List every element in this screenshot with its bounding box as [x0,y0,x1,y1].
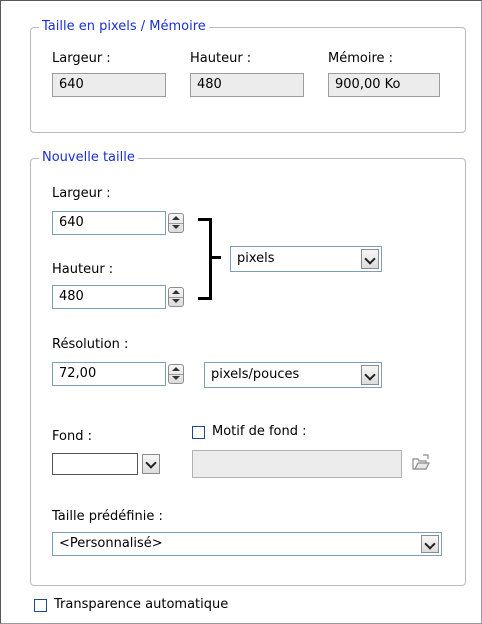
aspect-link-bracket-tick [212,256,221,259]
size-unit-dropdown[interactable]: pixels [230,246,382,272]
background-label: Fond : [52,429,92,444]
new-size-group-title: Nouvelle taille [39,150,138,166]
auto-transparency-checkbox[interactable] [34,599,47,612]
pattern-field [192,450,402,478]
new-height-label: Hauteur : [52,262,114,277]
spinner-icon[interactable] [168,364,184,384]
size-unit-value: pixels [237,251,275,266]
pattern-checkbox[interactable] [192,426,205,439]
chevron-down-icon[interactable] [421,535,439,553]
preset-size-label: Taille prédéfinie : [52,509,163,524]
spinner-icon[interactable] [168,287,184,307]
open-folder-icon[interactable] [411,453,431,473]
preset-size-dropdown[interactable]: <Personnalisé> [52,532,442,556]
new-height-input[interactable]: 480 [52,285,166,309]
resolution-label: Résolution : [52,337,129,352]
chevron-down-icon[interactable] [361,249,379,269]
current-height-field: 480 [190,73,304,97]
resize-panel: Taille en pixels / Mémoire Largeur : 640… [0,0,482,624]
current-width-label: Largeur : [52,51,111,66]
spinner-icon[interactable] [168,213,184,233]
memory-label: Mémoire : [328,51,394,66]
pixel-size-memory-group: Taille en pixels / Mémoire Largeur : 640… [30,19,466,133]
chevron-down-icon[interactable] [142,454,160,474]
pattern-label: Motif de fond : [212,424,307,439]
new-width-label: Largeur : [52,186,111,201]
chevron-down-icon[interactable] [361,365,379,385]
current-height-label: Hauteur : [190,51,252,66]
current-width-field: 640 [52,73,166,97]
background-color-swatch[interactable] [52,453,138,475]
preset-size-value: <Personnalisé> [59,536,163,551]
pixel-size-group-title: Taille en pixels / Mémoire [39,19,209,35]
resolution-unit-value: pixels/pouces [211,367,300,382]
memory-field: 900,00 Ko [328,73,440,97]
new-width-input[interactable]: 640 [52,211,166,235]
resolution-input[interactable]: 72,00 [52,362,166,386]
new-size-group: Nouvelle taille Largeur : 640 Hauteur : … [30,150,466,586]
aspect-link-bracket [198,218,212,300]
auto-transparency-label: Transparence automatique [54,597,229,612]
resolution-unit-dropdown[interactable]: pixels/pouces [204,362,382,388]
